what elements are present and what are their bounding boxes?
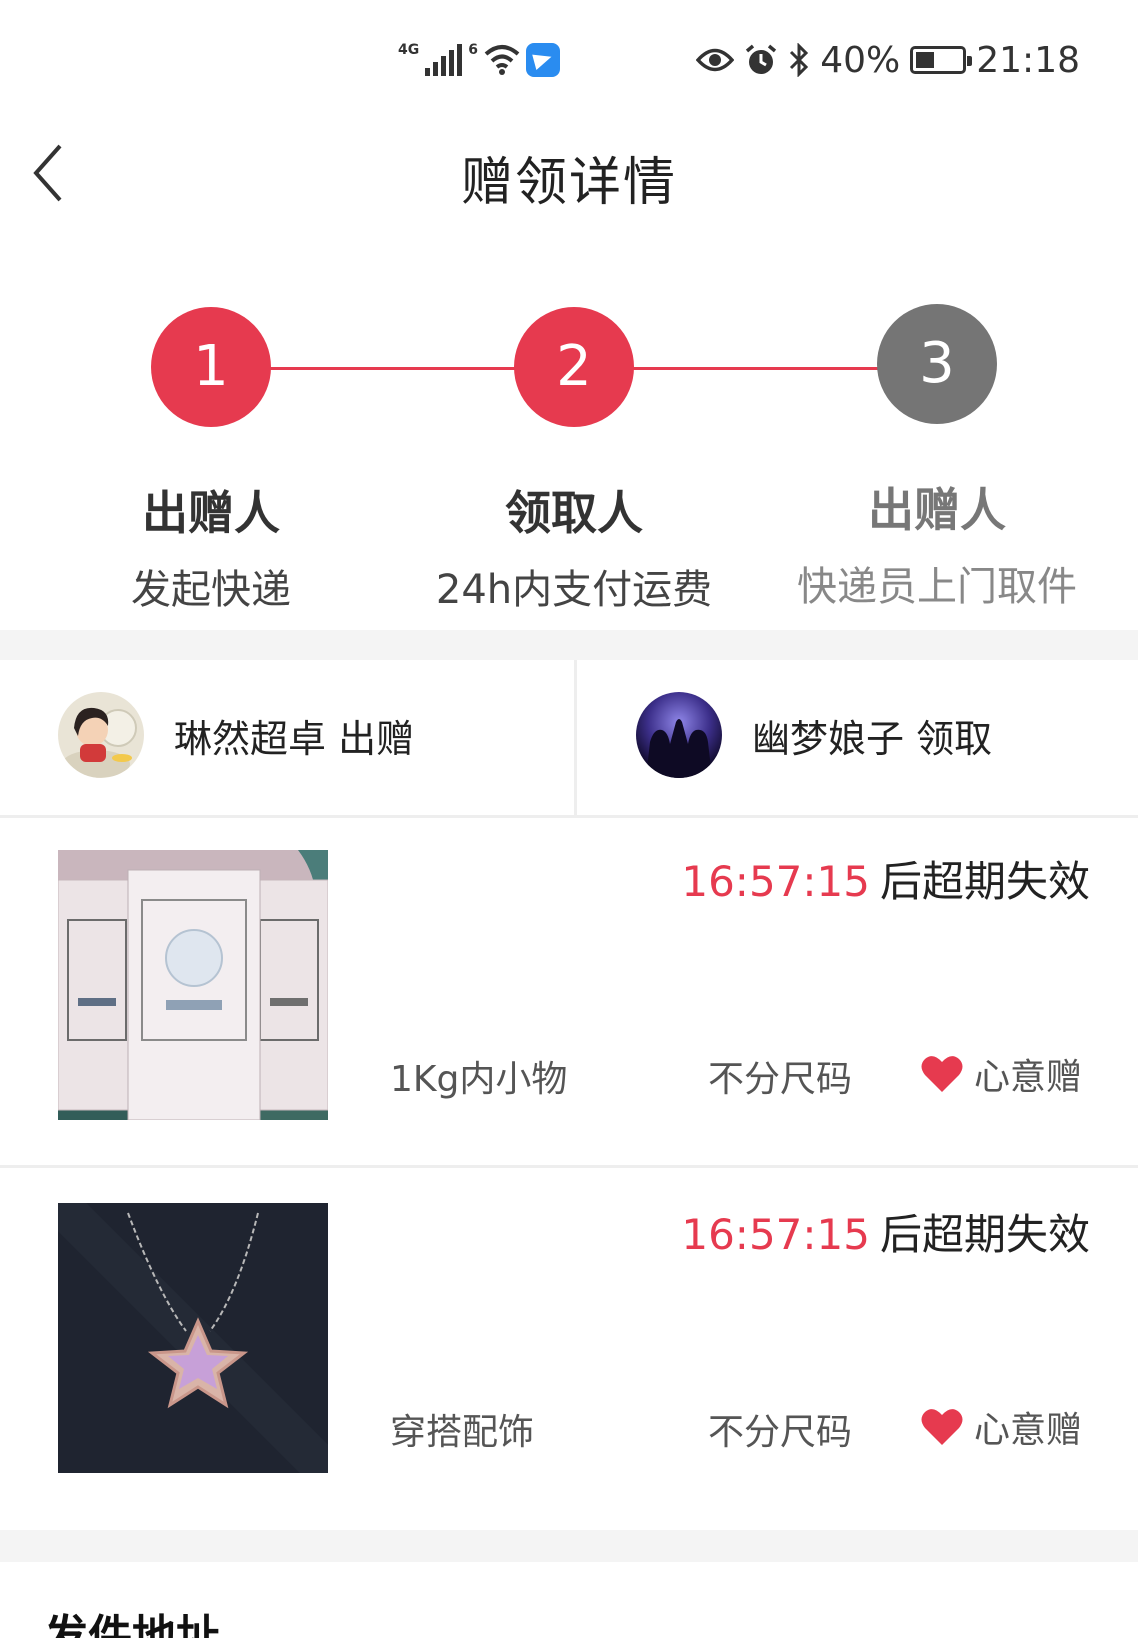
step-number: 1 bbox=[151, 307, 271, 427]
step-3: 3 出赠人 快递员上门取件 bbox=[772, 304, 1102, 612]
wifi-generation-label: 6 bbox=[468, 42, 478, 58]
battery-percent: 40% bbox=[820, 39, 901, 81]
countdown-suffix: 后超期失效 bbox=[879, 1210, 1090, 1259]
gift-type: 心意赠 bbox=[920, 1401, 1082, 1453]
heart-icon bbox=[921, 1056, 963, 1092]
bluetooth-icon bbox=[790, 43, 809, 77]
item-photo bbox=[58, 850, 328, 1120]
section-divider bbox=[0, 1530, 1138, 1562]
status-bar-left: 4G 6 bbox=[398, 40, 560, 80]
receiver-name: 幽梦娘子 领取 bbox=[752, 716, 993, 761]
receiver-user[interactable]: 幽梦娘子 领取 bbox=[636, 690, 992, 780]
battery-icon bbox=[910, 46, 973, 74]
step-number: 3 bbox=[877, 304, 997, 424]
section-divider bbox=[0, 630, 1138, 660]
item-photo bbox=[58, 1203, 328, 1473]
dingtalk-icon bbox=[525, 43, 560, 77]
countdown-suffix: 后超期失效 bbox=[879, 857, 1090, 906]
network-type-label: 4G bbox=[398, 42, 420, 58]
step-number: 2 bbox=[514, 307, 634, 427]
giver-user[interactable]: 琳然超卓 出赠 bbox=[58, 690, 414, 780]
status-bar-right: 40% 21:18 bbox=[696, 38, 1080, 82]
wifi-icon bbox=[484, 45, 520, 75]
clock: 21:18 bbox=[976, 39, 1080, 81]
step-role: 领取人 bbox=[505, 486, 643, 540]
step-role: 出赠人 bbox=[142, 486, 280, 540]
gift-type-label: 心意赠 bbox=[973, 1410, 1082, 1451]
countdown-time: 16:57:15 bbox=[681, 857, 870, 906]
item-category: 穿搭配饰 bbox=[390, 1412, 535, 1453]
expiry-countdown: 16:57:15 后超期失效 bbox=[681, 848, 1090, 909]
page-title: 赠领详情 bbox=[460, 153, 677, 213]
gift-type: 心意赠 bbox=[920, 1048, 1082, 1100]
item-size: 不分尺码 bbox=[708, 1059, 853, 1100]
countdown-time: 16:57:15 bbox=[681, 1210, 870, 1259]
receiver-avatar bbox=[636, 692, 722, 778]
address-section-title: 发件地址 bbox=[44, 1611, 220, 1638]
step-2: 2 领取人 24h内支付运费 bbox=[409, 307, 739, 615]
item-size: 不分尺码 bbox=[708, 1412, 853, 1453]
step-description: 24h内支付运费 bbox=[435, 567, 713, 613]
expiry-countdown: 16:57:15 后超期失效 bbox=[681, 1201, 1090, 1262]
progress-steps: 1 出赠人 发起快递 2 领取人 24h内支付运费 3 出赠人 快递员上门取件 bbox=[0, 290, 1138, 630]
eye-icon bbox=[696, 48, 735, 72]
gift-type-label: 心意赠 bbox=[973, 1057, 1082, 1098]
step-description: 发起快递 bbox=[131, 567, 291, 613]
step-description: 快递员上门取件 bbox=[797, 564, 1077, 610]
item-category: 1Kg内小物 bbox=[390, 1059, 568, 1100]
giver-avatar bbox=[58, 692, 144, 778]
status-bar: 4G 6 40% 21:18 bbox=[0, 0, 1138, 110]
signal-icon bbox=[425, 44, 463, 76]
participant-divider bbox=[574, 660, 577, 818]
participants-row: 琳然超卓 出赠 幽梦娘子 领取 bbox=[0, 660, 1138, 818]
heart-icon bbox=[921, 1409, 963, 1445]
gift-item[interactable]: 16:57:15 后超期失效 穿搭配饰 不分尺码 心意赠 bbox=[0, 1171, 1138, 1521]
gift-item[interactable]: 16:57:15 后超期失效 1Kg内小物 不分尺码 心意赠 bbox=[0, 818, 1138, 1168]
giver-name: 琳然超卓 出赠 bbox=[174, 716, 415, 761]
navigation-header: 赠领详情 bbox=[0, 110, 1138, 240]
step-1: 1 出赠人 发起快递 bbox=[46, 307, 376, 615]
alarm-icon bbox=[746, 44, 777, 74]
step-role: 出赠人 bbox=[868, 483, 1006, 537]
